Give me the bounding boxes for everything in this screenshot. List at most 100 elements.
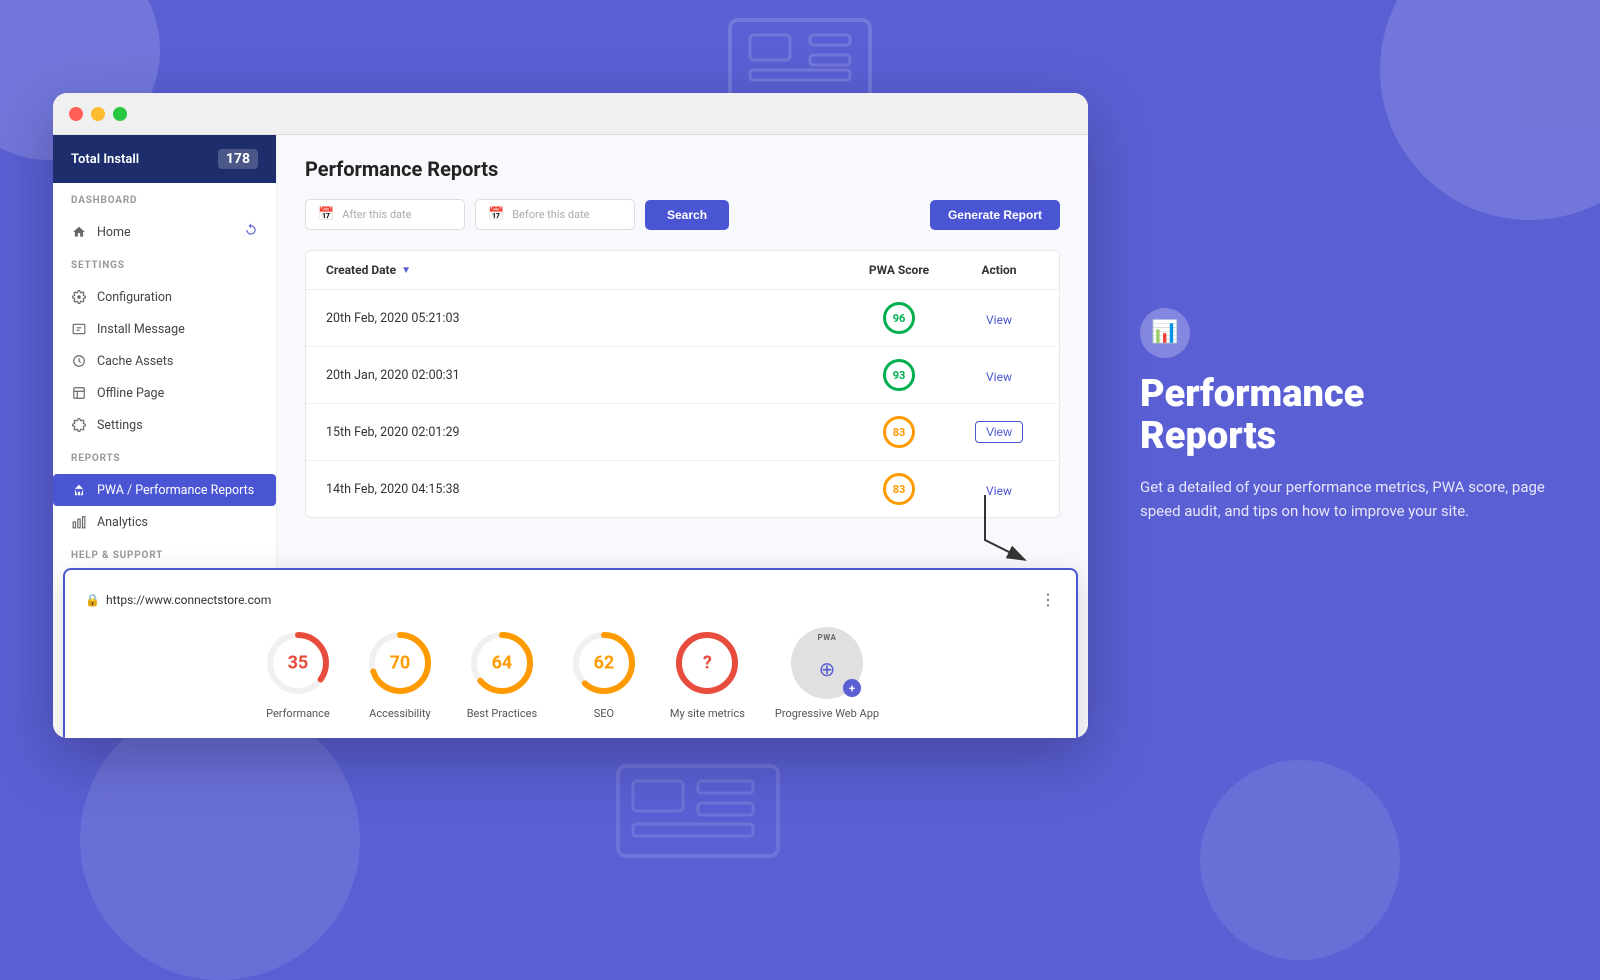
sidebar-item-settings[interactable]: Settings — [53, 409, 276, 441]
help-section: HELP & SUPPORT — [53, 538, 276, 571]
row-score: 93 — [839, 359, 959, 391]
generate-report-button[interactable]: Generate Report — [930, 200, 1060, 230]
col-header-date: Created Date ▼ — [326, 263, 839, 277]
score-card-label: Best Practices — [467, 707, 537, 721]
sidebar-item-home[interactable]: Home — [53, 216, 276, 248]
view-link[interactable]: View — [986, 484, 1012, 498]
sidebar-item-offline-page[interactable]: Offline Page — [53, 377, 276, 409]
legend-item: 90–100 — [608, 737, 661, 738]
score-cards-container: 35 Performance 70 Accessibility 64 — [277, 627, 1056, 721]
table-row: 15th Feb, 2020 02:01:29 83 View — [306, 404, 1059, 461]
reports-table: Created Date ▼ PWA Score Action 20th Feb… — [305, 250, 1060, 518]
right-panel-description: Get a detailed of your performance metri… — [1140, 475, 1550, 523]
table-header: Created Date ▼ PWA Score Action — [306, 251, 1059, 290]
date-from-input[interactable]: 📅 After this date — [305, 199, 465, 230]
configuration-icon — [71, 289, 87, 305]
row-action[interactable]: View — [959, 480, 1039, 499]
row-score: 83 — [839, 473, 959, 505]
bg-icon-pwa-bottom — [608, 756, 788, 870]
date-to-input[interactable]: 📅 Before this date — [475, 199, 635, 230]
minimize-button[interactable] — [91, 107, 105, 121]
pwa-plus-icon: ⊕ — [819, 657, 836, 681]
total-install-count: 178 — [218, 149, 258, 169]
row-score: 96 — [839, 302, 959, 334]
sidebar-item-configuration[interactable]: Configuration — [53, 281, 276, 313]
table-rows-container: 20th Feb, 2020 05:21:03 96 View 20th Jan… — [306, 290, 1059, 517]
legend-range: 50–89 — [556, 737, 588, 738]
browser-titlebar — [53, 93, 1088, 135]
sidebar-item-analytics[interactable]: Analytics — [53, 506, 276, 538]
right-panel-title: Performance Reports — [1140, 374, 1550, 458]
pwa-badge: + — [843, 679, 861, 697]
install-message-label: Install Message — [97, 322, 185, 337]
reports-section: REPORTS — [53, 441, 276, 474]
pwa-reports-label: PWA / Performance Reports — [97, 483, 254, 498]
popup-menu-dots[interactable]: ⋮ — [1040, 590, 1056, 609]
right-panel-icon: 📊 — [1151, 320, 1178, 345]
score-donut: 64 — [466, 627, 538, 699]
score-circle: 83 — [883, 416, 915, 448]
pwa-reports-icon — [71, 482, 87, 498]
settings-section-title: SETTINGS — [71, 260, 258, 271]
score-card-label: Progressive Web App — [775, 707, 879, 721]
dashboard-section: DASHBOARD — [53, 183, 276, 216]
offline-page-label: Offline Page — [97, 386, 164, 401]
score-card-label: SEO — [594, 707, 614, 721]
legend-item: 0–49 — [480, 737, 521, 738]
settings-section: SETTINGS — [53, 248, 276, 281]
score-card-label: My site metrics — [670, 707, 745, 721]
row-action[interactable]: View — [959, 366, 1039, 385]
legend-range: 90–100 — [623, 737, 661, 738]
popup-url-bar: 🔒 https://www.connectstore.com ⋮ — [277, 590, 1056, 609]
score-card: 64 Best Practices — [466, 627, 538, 721]
date-to-placeholder: Before this date — [512, 208, 589, 221]
score-donut: 35 — [277, 627, 334, 699]
score-circle: 96 — [883, 302, 915, 334]
row-date: 15th Feb, 2020 02:01:29 — [326, 425, 839, 440]
row-date: 14th Feb, 2020 04:15:38 — [326, 482, 839, 497]
refresh-icon[interactable] — [244, 223, 258, 241]
analytics-icon — [71, 514, 87, 530]
score-card: 70 Accessibility — [364, 627, 436, 721]
maximize-button[interactable] — [113, 107, 127, 121]
legend-item: 50–89 — [541, 737, 588, 738]
col-header-score: PWA Score — [839, 263, 959, 277]
view-link[interactable]: View — [986, 313, 1012, 327]
score-circle: 83 — [883, 473, 915, 505]
pwa-score-circle: PWA ⊕ + — [791, 627, 863, 699]
search-button[interactable]: Search — [645, 200, 729, 230]
row-date: 20th Feb, 2020 05:21:03 — [326, 311, 839, 326]
score-card: 62 SEO — [568, 627, 640, 721]
main-content: Performance Reports 📅 After this date 📅 … — [277, 135, 1088, 738]
total-install-header: Total Install 178 — [53, 135, 276, 183]
view-link[interactable]: View — [986, 370, 1012, 384]
sort-icon[interactable]: ▼ — [401, 265, 411, 276]
reports-section-title: REPORTS — [71, 453, 258, 464]
col-header-action: Action — [959, 263, 1039, 277]
configuration-label: Configuration — [97, 290, 172, 305]
legend-range: 0–49 — [495, 737, 521, 738]
table-row: 20th Feb, 2020 05:21:03 96 View — [306, 290, 1059, 347]
sidebar-home-label: Home — [97, 225, 131, 240]
sidebar-item-cache-assets[interactable]: Cache Assets — [53, 345, 276, 377]
sidebar-item-install-message[interactable]: Install Message — [53, 313, 276, 345]
search-bar: 📅 After this date 📅 Before this date Sea… — [305, 199, 1060, 230]
dashboard-section-title: DASHBOARD — [71, 195, 258, 206]
home-icon — [71, 224, 87, 240]
view-button-highlighted[interactable]: View — [975, 421, 1023, 443]
cache-assets-label: Cache Assets — [97, 354, 173, 369]
sidebar-item-pwa-reports[interactable]: PWA / Performance Reports — [53, 474, 276, 506]
score-donut: 62 — [568, 627, 640, 699]
score-card: 35 Performance — [277, 627, 334, 721]
close-button[interactable] — [69, 107, 83, 121]
table-row: 14th Feb, 2020 04:15:38 83 View — [306, 461, 1059, 517]
table-row: 20th Jan, 2020 02:00:31 93 View — [306, 347, 1059, 404]
score-legend: 0–49 50–89 90–100 — [277, 737, 1056, 738]
score-card-label: Performance — [277, 707, 330, 721]
row-action[interactable]: View — [959, 421, 1039, 443]
question-score-circle: ? — [671, 627, 743, 699]
row-action[interactable]: View — [959, 309, 1039, 328]
date-from-placeholder: After this date — [342, 208, 411, 221]
help-section-title: HELP & SUPPORT — [71, 550, 258, 561]
score-popup: 🔒 https://www.connectstore.com ⋮ 35 Perf… — [277, 568, 1078, 738]
